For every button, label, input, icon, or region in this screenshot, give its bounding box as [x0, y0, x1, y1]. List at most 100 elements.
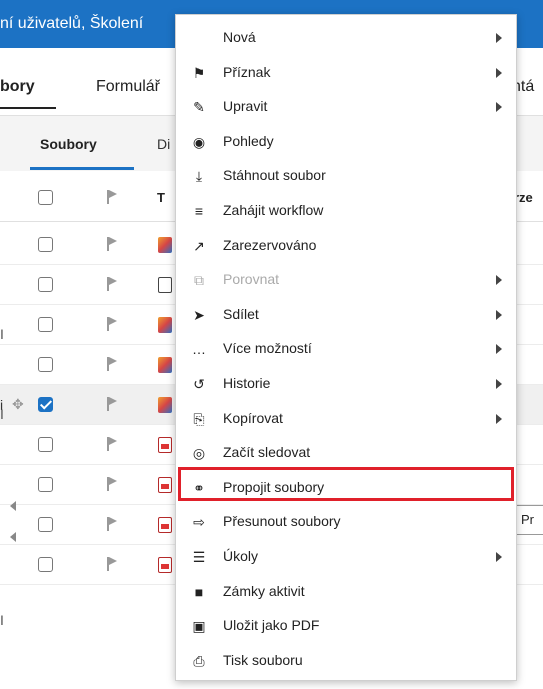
menu-item-label: Úkoly [223, 548, 259, 564]
menu-item-label: Sdílet [223, 305, 259, 322]
menu-item-historie[interactable]: ↺ Historie [176, 367, 516, 401]
submenu-arrow-icon [496, 275, 502, 286]
menu-item-label: Nová [223, 29, 256, 45]
row-checkbox[interactable] [38, 477, 53, 492]
menu-item-zahájit-workflow[interactable]: ≡ Zahájit workflow [176, 194, 516, 228]
submenu-arrow-icon [496, 309, 502, 320]
row-checkbox[interactable] [38, 557, 53, 572]
menu-item-porovnat: ⧉ Porovnat [176, 263, 516, 297]
workflow-icon: ≡ [194, 203, 204, 219]
collapse-arrow-icon[interactable] [10, 532, 16, 542]
save-pdf-icon: ▣ [192, 618, 206, 635]
image-file-icon [158, 317, 172, 333]
row-flag-icon[interactable] [107, 237, 119, 251]
edit-icon: ✎ [193, 99, 205, 116]
app-header-title: ní uživatelů, Školení [0, 15, 144, 32]
tab-formulare[interactable]: Formulář [96, 78, 160, 96]
share-icon: ➤ [193, 306, 205, 323]
menu-item-kopírovat[interactable]: ⎘ Kopírovat [176, 402, 516, 436]
menu-item-stáhnout-soubor[interactable]: ⤓ Stáhnout soubor [176, 159, 516, 193]
eye-icon: ◉ [192, 133, 206, 150]
row-flag-icon[interactable] [107, 517, 119, 531]
follow-icon: ◎ [192, 445, 206, 462]
row-flag-icon[interactable] [107, 477, 119, 491]
pdf-file-icon [158, 557, 172, 573]
submenu-arrow-icon [496, 552, 502, 562]
menu-item-label: Přesunout soubory [223, 513, 341, 530]
context-menu: Nová ⚑ Příznak ✎ Upravit ◉ Pohledy ⤓ Stáhnout so… [175, 14, 517, 681]
link-icon: ⚭ [193, 479, 205, 496]
tab-soubory[interactable]: bory [0, 78, 35, 96]
subtab-active-underline [30, 167, 134, 170]
submenu-arrow-icon [496, 102, 502, 113]
image-file-icon [158, 237, 172, 253]
flag-icon: ⚑ [192, 64, 206, 81]
column-header-type[interactable]: T [157, 190, 165, 205]
more-icon: … [192, 341, 206, 358]
row-checkbox[interactable] [38, 357, 53, 372]
menu-item-label: Upravit [223, 98, 268, 115]
menu-item-více-možností[interactable]: … Více možností [176, 332, 516, 366]
row-flag-icon[interactable] [107, 437, 119, 451]
menu-item-začít-sledovat[interactable]: ◎ Začít sledovat [176, 436, 516, 470]
collapse-arrow-icon[interactable] [10, 501, 16, 511]
row-flag-icon[interactable] [107, 277, 119, 291]
row-checkbox[interactable] [38, 317, 53, 332]
menu-item-tisk-souboru[interactable]: ⎙ Tisk souboru [176, 644, 516, 678]
menu-item-úkoly[interactable]: ☰ Úkoly [176, 540, 516, 574]
print-icon: ⎙ [193, 652, 205, 669]
menu-item-přesunout-soubory[interactable]: ⇨ Přesunout soubory [176, 505, 516, 539]
row-checkbox[interactable] [38, 437, 53, 452]
side-letter: I [0, 326, 4, 342]
move-file-icon: ⇨ [193, 514, 205, 531]
side-letter: I [0, 406, 4, 422]
menu-item-propojit-soubory[interactable]: ⚭ Propojit soubory [176, 471, 516, 505]
menu-item-zámky-aktivit[interactable]: ■ Zámky aktivit [176, 575, 516, 609]
subtab-di[interactable]: Di [157, 136, 170, 152]
pdf-file-icon [158, 517, 172, 533]
select-all-checkbox[interactable] [38, 190, 53, 205]
compare-icon: ⧉ [194, 272, 204, 289]
menu-item-nová[interactable]: Nová [176, 21, 516, 55]
menu-item-label: Stáhnout soubor [223, 167, 326, 184]
tab-active-underline [0, 107, 56, 109]
submenu-arrow-icon [496, 33, 502, 43]
row-flag-icon[interactable] [107, 317, 119, 331]
menu-item-label: Uložit jako PDF [223, 617, 320, 634]
menu-item-label: Porovnat [223, 271, 280, 288]
pdf-file-icon [158, 437, 172, 453]
menu-item-label: Kopírovat [223, 409, 283, 426]
menu-item-label: Zarezervováno [223, 236, 317, 253]
side-letter: I [0, 612, 4, 628]
subtab-soubory[interactable]: Soubory [40, 136, 97, 152]
menu-item-uložit-jako-pdf[interactable]: ▣ Uložit jako PDF [176, 609, 516, 643]
menu-item-label: Příznak [223, 63, 271, 80]
menu-item-upravit[interactable]: ✎ Upravit [176, 90, 516, 124]
row-checkbox[interactable] [38, 277, 53, 292]
menu-item-pohledy[interactable]: ◉ Pohledy [176, 125, 516, 159]
menu-item-sdílet[interactable]: ➤ Sdílet [176, 298, 516, 332]
document-file-icon [158, 277, 172, 293]
menu-item-label: Pohledy [223, 132, 274, 149]
menu-item-label: Propojit soubory [223, 478, 325, 495]
tasks-icon: ☰ [192, 549, 206, 565]
menu-item-label: Zahájit workflow [223, 202, 324, 218]
row-flag-icon[interactable] [107, 357, 119, 371]
lock-icon: ■ [194, 583, 204, 600]
menu-item-label: Více možností [223, 340, 312, 357]
download-icon: ⤓ [195, 168, 203, 185]
copy-icon: ⎘ [193, 410, 205, 427]
row-checkbox[interactable] [38, 397, 53, 412]
menu-item-zarezervováno[interactable]: ↗ Zarezervováno [176, 229, 516, 263]
row-checkbox[interactable] [38, 517, 53, 532]
menu-item-příznak[interactable]: ⚑ Příznak [176, 56, 516, 90]
submenu-arrow-icon [496, 344, 502, 355]
row-checkbox[interactable] [38, 237, 53, 252]
menu-item-label: Tisk souboru [223, 651, 303, 668]
submenu-arrow-icon [496, 413, 502, 424]
menu-item-label: Zámky aktivit [223, 582, 305, 599]
drag-handle-icon[interactable]: ✥ [12, 397, 24, 411]
row-flag-icon[interactable] [107, 397, 119, 411]
history-icon: ↺ [193, 376, 205, 392]
row-flag-icon[interactable] [107, 557, 119, 571]
